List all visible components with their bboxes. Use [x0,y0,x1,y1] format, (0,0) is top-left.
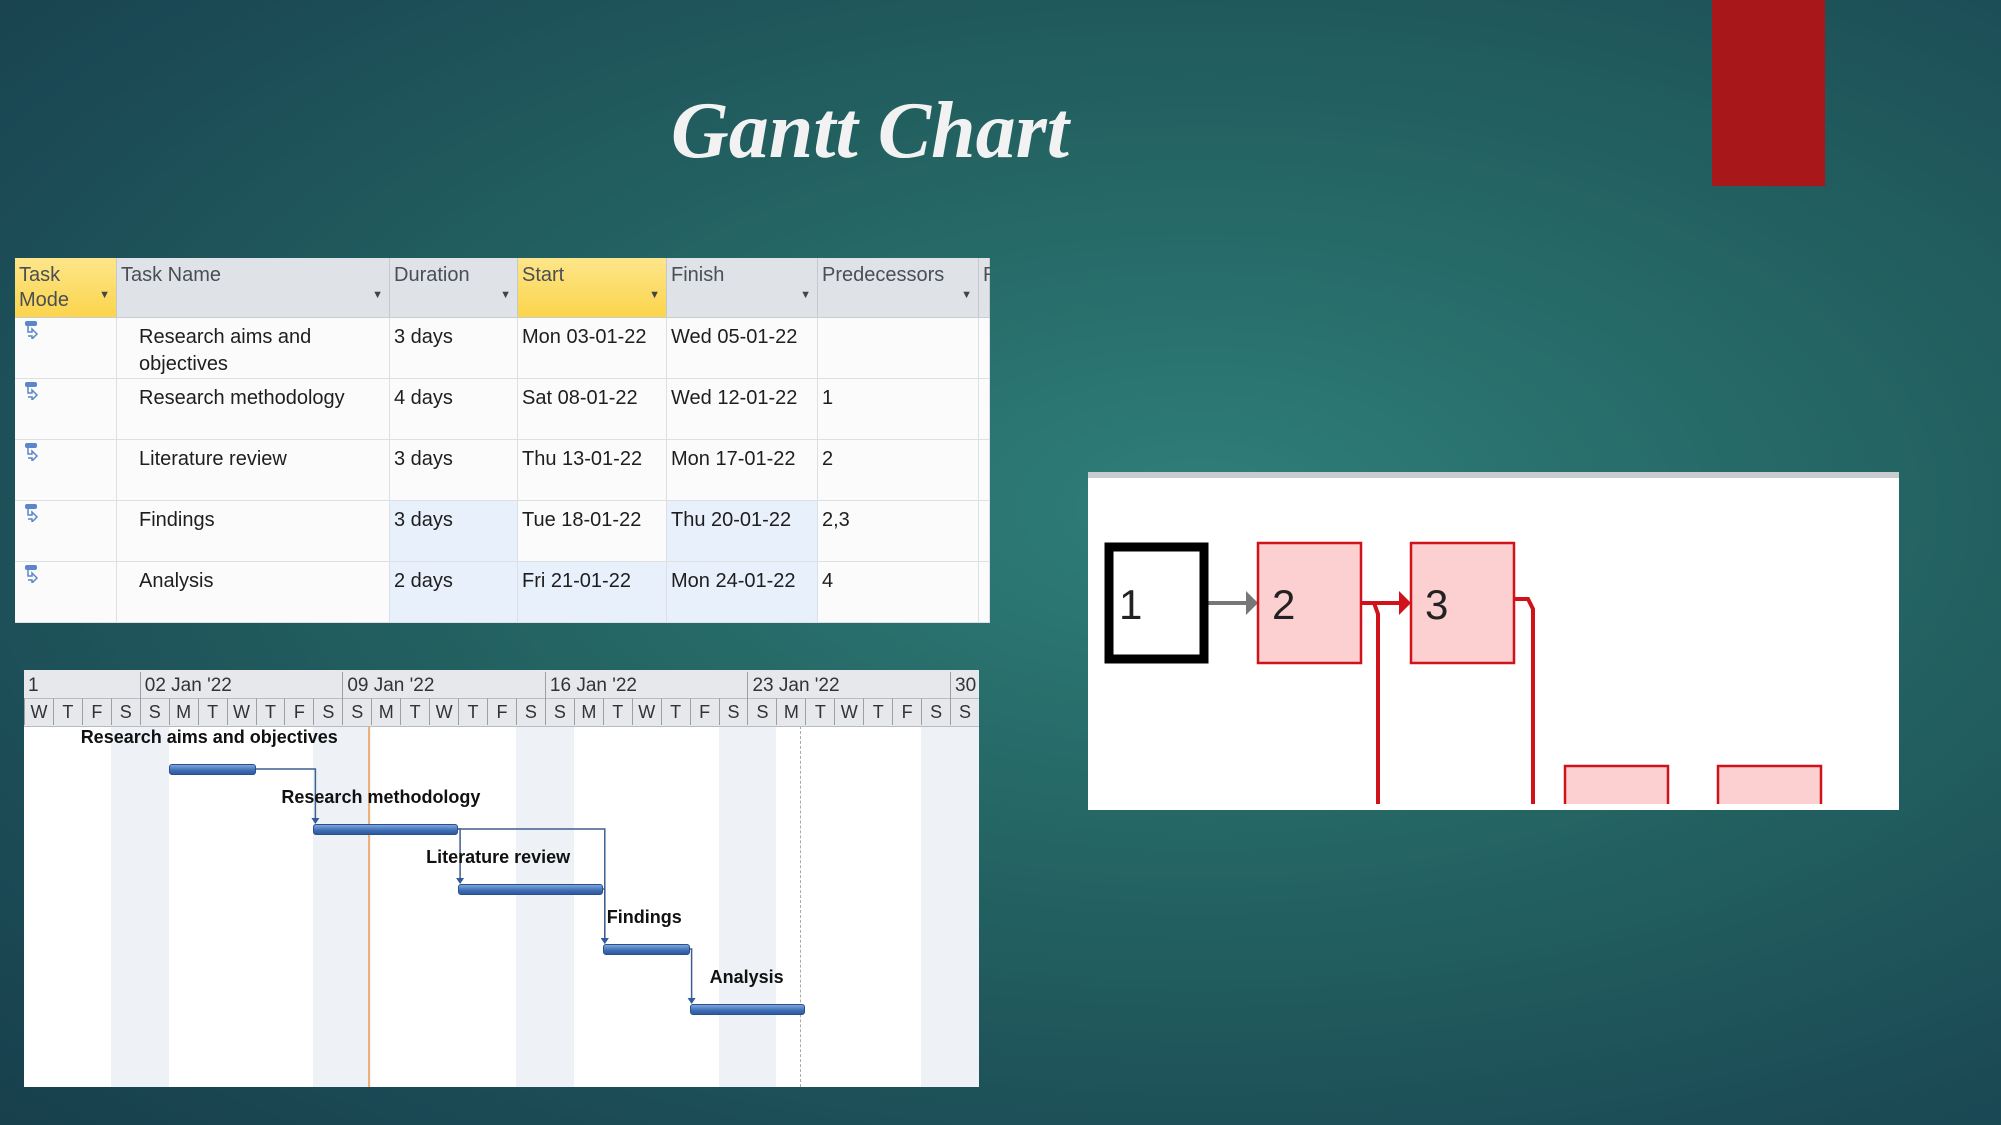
cell-finish[interactable]: Wed 05-01-22 [667,318,818,378]
auto-scheduled-icon [25,504,39,522]
column-header-label: R [983,264,990,286]
cell-duration[interactable]: 4 days [390,379,518,439]
table-row[interactable]: Research methodology 4 days Sat 08-01-22 We… [15,379,990,440]
column-header-r[interactable]: R [979,258,990,317]
cell-finish[interactable]: Thu 20-01-22 [667,501,818,561]
cell-truncated [979,562,990,622]
cell-duration[interactable]: 2 days [390,562,518,622]
auto-scheduled-icon [25,321,39,339]
column-header-predecessors[interactable]: Predecessors ▼ [818,258,979,317]
task-bar[interactable] [689,1004,806,1015]
column-header-task-mode[interactable]: Task Mode ▼ [15,258,117,317]
network-node-2[interactable]: 2 [1256,541,1363,665]
cell-truncated [979,379,990,439]
column-header-label: Start [522,264,565,286]
column-header-label: Predecessors [822,264,945,286]
table-row[interactable]: Findings 3 days Tue 18-01-22 Thu 20-01-22 2,… [15,501,990,562]
task-mode-cell [15,440,117,500]
cell-duration[interactable]: 3 days [390,501,518,561]
network-node-3[interactable]: 3 [1409,541,1516,665]
task-bar-label: Research methodology [281,787,481,807]
task-bar[interactable] [602,944,690,955]
filter-dropdown-icon[interactable]: ▼ [649,283,660,308]
column-header-duration[interactable]: Duration ▼ [390,258,518,317]
cell-name[interactable]: Literature review [117,440,390,500]
column-header-label: Task Name [121,264,222,286]
task-bar[interactable] [458,884,603,895]
auto-scheduled-icon [25,443,39,461]
network-svg: 1 2 3 4 5 [1104,541,1823,804]
cell-truncated [979,440,990,500]
accent-rectangle [1712,0,1825,186]
network-node-1[interactable]: 1 [1104,542,1209,664]
cell-start[interactable]: Thu 13-01-22 [518,440,667,500]
cell-predecessors[interactable]: 2,3 [818,501,979,561]
task-bar-label: Research aims and objectives [80,727,338,747]
filter-dropdown-icon[interactable]: ▼ [372,283,383,308]
network-node-5[interactable]: 5 [1716,764,1823,804]
cell-predecessors[interactable]: 4 [818,562,979,622]
task-bar[interactable] [168,764,256,775]
cell-start[interactable]: Tue 18-01-22 [518,501,667,561]
task-table: Task Mode ▼ Task Name ▼ Duration ▼ Start ▼ Finis… [15,258,990,623]
task-mode-cell [15,562,117,622]
column-header-start[interactable]: Start ▼ [518,258,667,317]
cell-duration[interactable]: 3 days [390,440,518,500]
table-body: Research aims and objectives 3 days Mon 03… [15,318,990,623]
column-header-label: Duration [394,264,470,286]
task-bar-label: Analysis [709,967,784,987]
cell-name[interactable]: Research methodology [117,379,390,439]
auto-scheduled-icon [25,382,39,400]
table-row[interactable]: Research aims and objectives 3 days Mon 03… [15,318,990,379]
node-label: 2 [1272,581,1295,628]
column-header-finish[interactable]: Finish ▼ [667,258,818,317]
cell-start[interactable]: Fri 21-01-22 [518,562,667,622]
cell-name[interactable]: Findings [117,501,390,561]
cell-start[interactable]: Mon 03-01-22 [518,318,667,378]
cell-finish[interactable]: Mon 24-01-22 [667,562,818,622]
task-bar[interactable] [313,824,459,835]
filter-dropdown-icon[interactable]: ▼ [800,283,811,308]
cell-predecessors[interactable]: 2 [818,440,979,500]
cell-name[interactable]: Research aims and objectives [117,318,390,378]
filter-dropdown-icon[interactable]: ▼ [961,283,972,308]
dependency-link [602,888,606,941]
network-diagram: 1 2 3 4 5 [1088,472,1899,810]
cell-duration[interactable]: 3 days [390,318,518,378]
task-bar-label: Literature review [426,847,571,867]
cell-truncated [979,501,990,561]
filter-dropdown-icon[interactable]: ▼ [99,283,110,308]
table-row[interactable]: Literature review 3 days Thu 13-01-22 Mon 1… [15,440,990,501]
cell-finish[interactable]: Mon 17-01-22 [667,440,818,500]
cell-predecessors[interactable] [818,318,979,378]
cell-predecessors[interactable]: 1 [818,379,979,439]
cell-finish[interactable]: Wed 12-01-22 [667,379,818,439]
node-label: 3 [1425,581,1448,628]
slide-title: Gantt Chart [671,87,1069,175]
cell-start[interactable]: Sat 08-01-22 [518,379,667,439]
filter-dropdown-icon[interactable]: ▼ [500,283,511,308]
column-header-label: Task Mode [19,264,70,311]
cell-truncated [979,318,990,378]
task-mode-cell [15,501,117,561]
task-mode-cell [15,379,117,439]
dependency-link [689,948,693,1001]
column-header-task-name[interactable]: Task Name ▼ [117,258,390,317]
task-bar-label: Findings [606,907,682,927]
column-header-label: Finish [671,264,725,286]
gantt-chart: W T F S S M T W T F S S M T W T F S S M T W T F S S M T W T F S S 1 02 Jan… [24,670,979,1087]
edge-3-4 [1514,597,1535,804]
task-mode-cell [15,318,117,378]
arrowhead [1246,591,1258,615]
network-node-4[interactable]: 4 [1563,764,1670,804]
cell-name[interactable]: Analysis [117,562,390,622]
auto-scheduled-icon [25,565,39,583]
table-row[interactable]: Analysis 2 days Fri 21-01-22 Mon 24-01-22 4 [15,562,990,623]
node-label: 1 [1119,581,1142,628]
table-header: Task Mode ▼ Task Name ▼ Duration ▼ Start ▼ Finis… [15,258,990,318]
arrowhead [1399,591,1411,615]
